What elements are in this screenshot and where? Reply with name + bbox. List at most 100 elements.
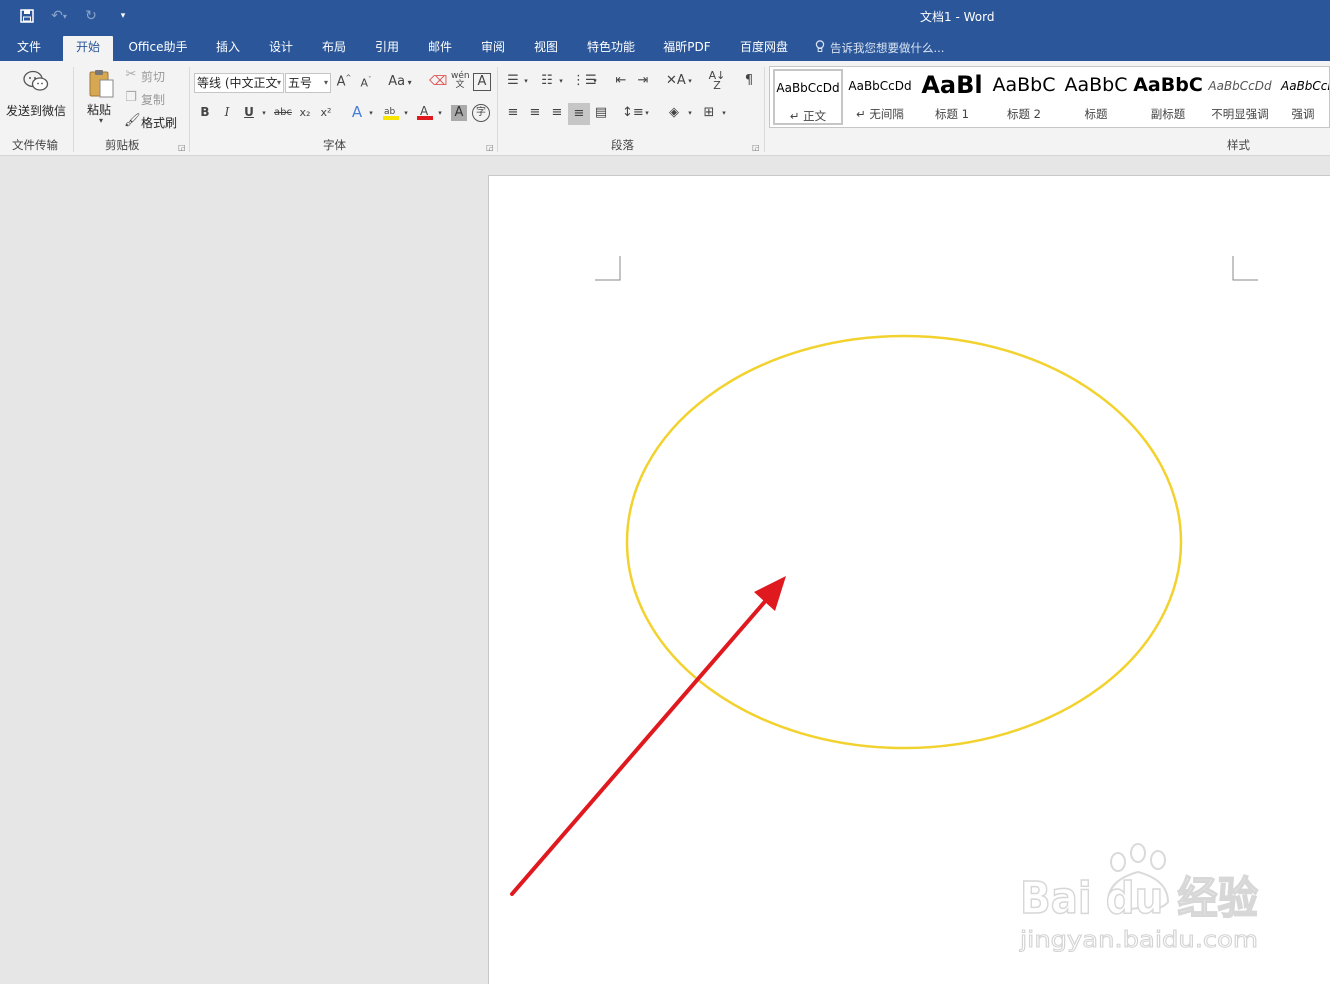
chevron-down-icon[interactable]: ▾ — [557, 77, 565, 85]
character-border-button[interactable]: A — [473, 73, 491, 91]
increase-indent-icon[interactable]: ⇥ — [634, 73, 652, 88]
superscript-button[interactable]: x² — [318, 106, 334, 119]
style-title[interactable]: AaBbC 标题 — [1061, 69, 1131, 125]
tab-file[interactable]: 文件 — [8, 36, 50, 61]
strikethrough-button[interactable]: abc — [272, 107, 294, 118]
send-to-wechat-button[interactable]: 发送到微信 — [6, 102, 66, 119]
tab-review[interactable]: 审阅 — [473, 36, 513, 61]
chevron-down-icon[interactable]: ▾ — [436, 109, 444, 117]
style-heading-2[interactable]: AaBbC 标题 2 — [989, 69, 1059, 125]
italic-button[interactable]: I — [220, 105, 234, 119]
tab-special-features[interactable]: 特色功能 — [580, 36, 642, 61]
shrink-font-icon[interactable]: Aˇ — [358, 76, 374, 90]
chevron-down-icon[interactable]: ▾ — [591, 77, 599, 85]
text-effects-icon[interactable]: A — [348, 103, 366, 121]
group-divider — [764, 67, 765, 152]
paste-icon[interactable] — [86, 68, 116, 104]
chevron-down-icon[interactable]: ▾ — [260, 109, 268, 117]
sort-icon[interactable]: A↓ Z — [708, 70, 726, 91]
title-bar: ↶ ▾ ↻ ▾ 文档1 - Word — [0, 0, 1330, 32]
multilevel-list-icon[interactable]: ⋮☰ — [572, 73, 597, 88]
bold-button[interactable]: B — [198, 105, 212, 119]
change-case-button[interactable]: Aa ▾ — [386, 74, 414, 89]
save-icon[interactable] — [14, 5, 40, 27]
distributed-icon[interactable]: ▤ — [592, 105, 610, 120]
paragraph-launcher-icon[interactable]: ◲ — [752, 143, 760, 152]
font-size-select[interactable]: 五号 ▾ — [285, 73, 331, 93]
numbering-icon[interactable]: ☷ — [538, 73, 556, 88]
style-sample: AaBbCcDd — [1208, 79, 1272, 93]
document-page[interactable] — [488, 175, 1330, 984]
redo-icon[interactable]: ↻ — [78, 5, 104, 27]
style-sample: AaBbC — [992, 74, 1056, 96]
tab-insert[interactable]: 插入 — [208, 36, 248, 61]
align-left-icon[interactable]: ≡ — [504, 105, 522, 120]
group-label-font: 字体 — [323, 138, 346, 152]
chinese-layout-icon[interactable]: ✕A — [666, 73, 686, 88]
tab-baidu-netdisk[interactable]: 百度网盘 — [733, 36, 795, 61]
grow-font-icon[interactable]: A^ — [336, 74, 352, 89]
justify-icon[interactable]: ≡ — [568, 103, 590, 125]
quick-access-toolbar: ↶ ▾ ↻ ▾ — [14, 5, 136, 27]
wechat-icon[interactable] — [22, 69, 50, 99]
style-name: 标题 2 — [1007, 107, 1041, 121]
clear-formatting-icon[interactable]: ⌫ — [429, 74, 447, 89]
tab-references[interactable]: 引用 — [367, 36, 407, 61]
font-color-icon[interactable]: A — [416, 103, 434, 125]
style-sample: AaBbCcDd — [1281, 79, 1329, 93]
format-painter-icon: 🖌 — [124, 113, 141, 128]
tab-office-assistant[interactable]: Office助手 — [122, 36, 194, 61]
copy-icon: ❐ — [125, 90, 137, 105]
tab-layout[interactable]: 布局 — [314, 36, 354, 61]
chevron-down-icon[interactable]: ▾ — [522, 77, 530, 85]
tab-mailings[interactable]: 邮件 — [420, 36, 460, 61]
style-no-spacing[interactable]: AaBbCcDd ↵ 无间隔 — [845, 69, 915, 125]
borders-icon[interactable]: ⊞ — [700, 105, 718, 120]
customize-qat-icon[interactable]: ▾ — [110, 5, 136, 27]
undo-icon[interactable]: ↶ ▾ — [46, 5, 72, 27]
chevron-down-icon[interactable]: ▾ — [367, 109, 375, 117]
line-spacing-icon[interactable]: ↕≡ — [622, 105, 644, 120]
style-heading-1[interactable]: AaBl 标题 1 — [917, 69, 987, 125]
clipboard-launcher-icon[interactable]: ◲ — [178, 143, 186, 152]
enclose-characters-icon[interactable]: 字 — [472, 104, 490, 122]
style-normal[interactable]: AaBbCcDd ↵ 正文 — [773, 69, 843, 125]
tab-foxit-pdf[interactable]: 福昕PDF — [656, 36, 718, 61]
style-name: ↵ 正文 — [789, 109, 827, 123]
group-divider — [497, 67, 498, 152]
align-center-icon[interactable]: ≡ — [526, 105, 544, 120]
show-marks-icon[interactable]: ¶ — [740, 73, 758, 88]
tell-me-box[interactable]: 告诉我您想要做什么... — [815, 40, 944, 56]
underline-button[interactable]: U — [242, 105, 256, 119]
tab-view[interactable]: 视图 — [526, 36, 566, 61]
change-case-label: Aa — [388, 74, 406, 89]
subscript-button[interactable]: x₂ — [297, 106, 313, 119]
group-divider — [73, 67, 74, 152]
format-painter-button[interactable]: 格式刷 — [141, 114, 177, 131]
style-subtle-emphasis[interactable]: AaBbCcDd 不明显强调 — [1205, 69, 1275, 125]
bullets-icon[interactable]: ☰ — [504, 73, 522, 88]
phonetic-guide-icon[interactable]: wén 文 — [451, 72, 470, 90]
chevron-down-icon[interactable]: ▾ — [686, 77, 694, 85]
align-right-icon[interactable]: ≡ — [548, 105, 566, 120]
tell-me-placeholder: 告诉我您想要做什么... — [830, 41, 945, 55]
shading-icon[interactable]: ◈ — [665, 105, 683, 120]
copy-button[interactable]: 复制 — [141, 91, 165, 108]
tab-home[interactable]: 开始 — [63, 36, 113, 61]
chevron-down-icon[interactable]: ▾ — [720, 109, 728, 117]
decrease-indent-icon[interactable]: ⇤ — [612, 73, 630, 88]
font-size-value: 五号 — [288, 76, 313, 90]
highlight-icon[interactable]: ab — [382, 103, 400, 125]
tab-design[interactable]: 设计 — [261, 36, 301, 61]
font-launcher-icon[interactable]: ◲ — [486, 143, 494, 152]
style-subtitle[interactable]: AaBbC 副标题 — [1133, 69, 1203, 125]
style-emphasis[interactable]: AaBbCcDd 强调 — [1277, 69, 1329, 125]
paste-dropdown-icon[interactable]: ▾ — [96, 116, 106, 125]
chevron-down-icon[interactable]: ▾ — [686, 109, 694, 117]
character-shading-icon[interactable]: A — [451, 105, 467, 121]
chevron-down-icon[interactable]: ▾ — [402, 109, 410, 117]
font-name-select[interactable]: 等线 (中文正文 ▾ — [194, 73, 284, 93]
chevron-down-icon[interactable]: ▾ — [643, 109, 651, 117]
cut-button[interactable]: 剪切 — [141, 68, 165, 85]
style-sample: AaBbC — [1133, 74, 1203, 96]
